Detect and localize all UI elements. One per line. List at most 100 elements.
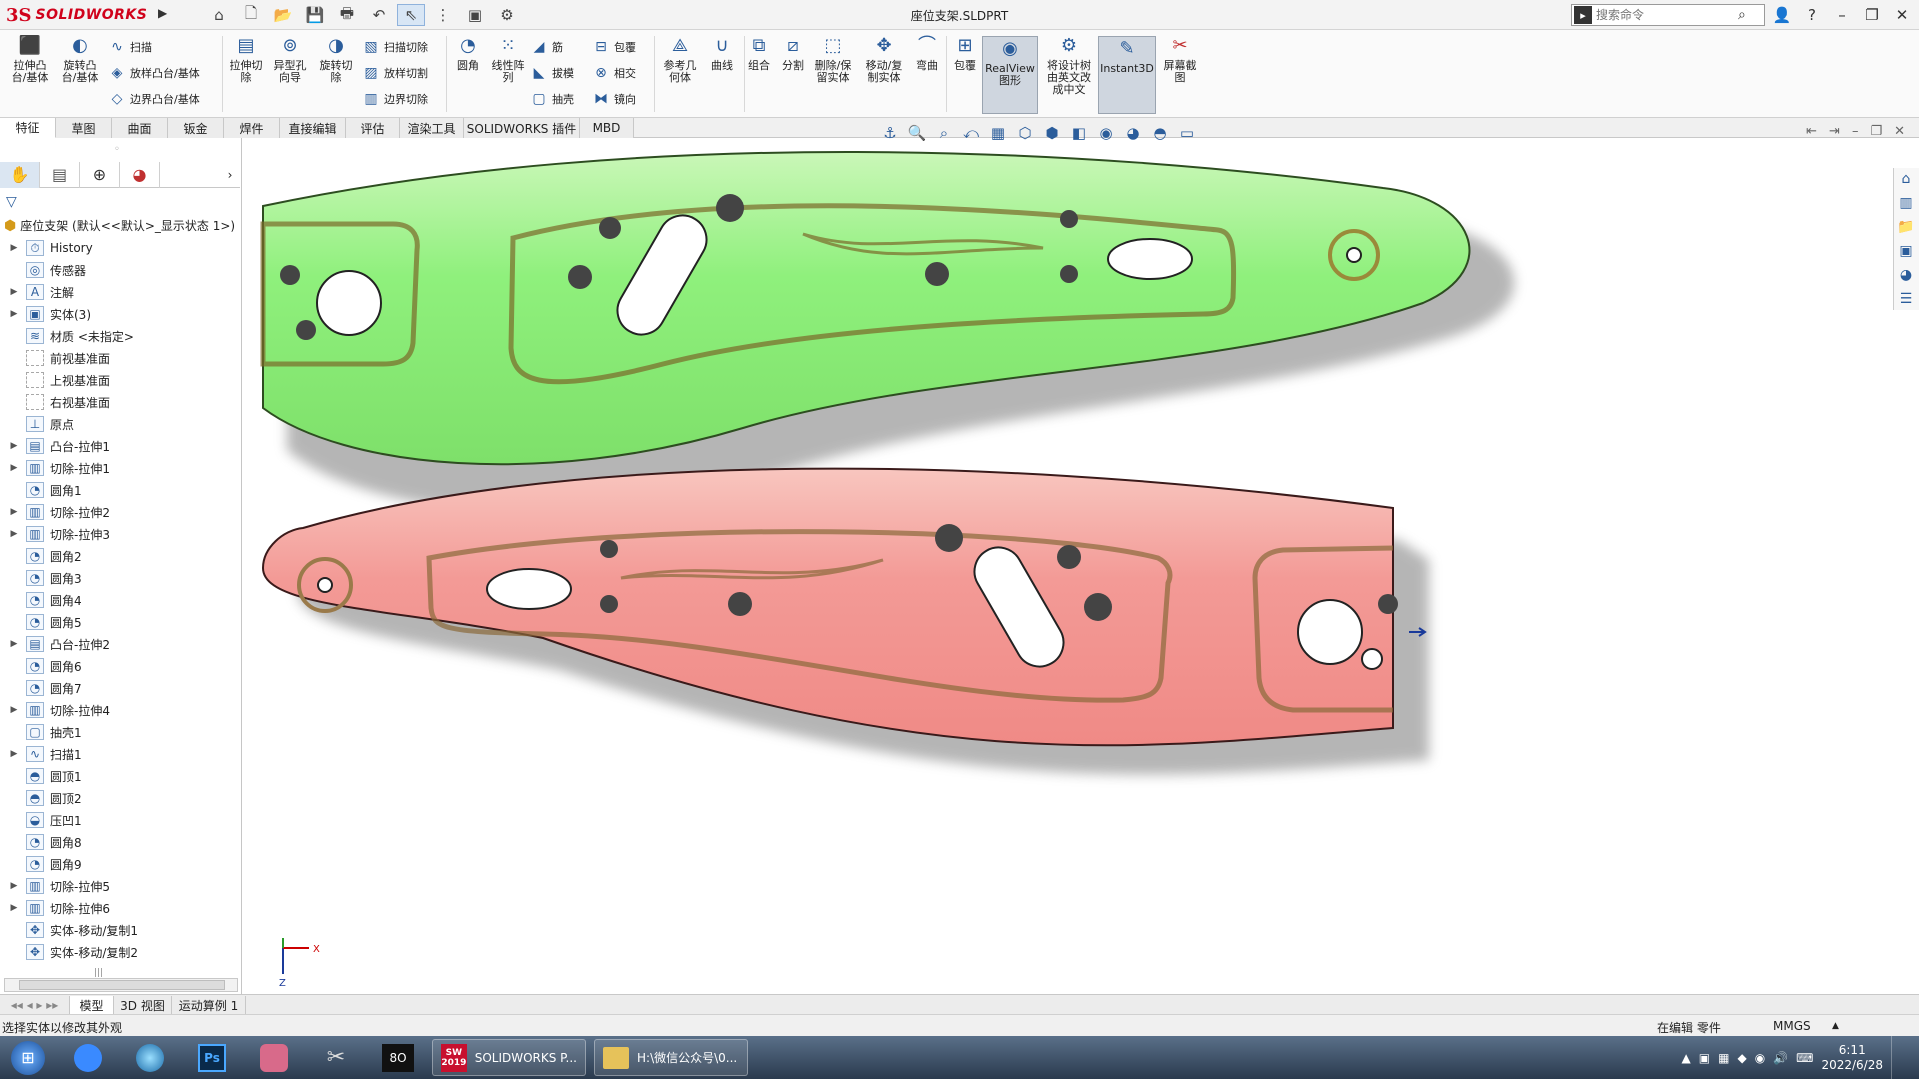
scrollbar-thumb[interactable]: [19, 980, 225, 990]
expand-arrow-icon[interactable]: ▶: [8, 903, 20, 913]
screenshot-button[interactable]: ✂ 屏幕截 图: [1160, 34, 1200, 84]
solidworks-resources-icon[interactable]: ⌂: [1894, 168, 1918, 190]
search-input[interactable]: [1596, 8, 1736, 22]
combine-button[interactable]: ⧉ 组合: [742, 34, 776, 72]
tray-volume-icon[interactable]: 🔊: [1773, 1051, 1788, 1065]
previous-view-icon[interactable]: ⤺: [959, 122, 983, 144]
fillet-button[interactable]: ◔ 圆角: [450, 34, 486, 72]
shell-button[interactable]: ▢ 抽壳: [530, 90, 574, 108]
linear-pattern-button[interactable]: ⁙ 线性阵 列: [488, 34, 528, 84]
expand-arrow-icon[interactable]: ▶: [8, 463, 20, 473]
expand-arrow-icon[interactable]: ▶: [8, 639, 20, 649]
expand-arrow-icon[interactable]: ▶: [8, 507, 20, 517]
curves-button[interactable]: ∪ 曲线: [704, 34, 740, 72]
save-icon[interactable]: 💾: [301, 4, 329, 26]
search-icon[interactable]: ⌕: [1738, 7, 1746, 23]
section-view-icon[interactable]: ▦: [986, 122, 1010, 144]
tab-features[interactable]: 特征: [0, 118, 56, 138]
minimize-icon[interactable]: –: [1831, 4, 1853, 26]
viewport-collapse-icon[interactable]: ⇥: [1829, 124, 1840, 139]
user-icon[interactable]: 👤: [1771, 4, 1793, 26]
zoom-to-fit-icon[interactable]: 🔍: [905, 122, 929, 144]
undo-icon[interactable]: ↶: [365, 4, 393, 26]
revolve-boss-button[interactable]: ◐ 旋转凸 台/基体: [58, 34, 102, 84]
draft-button[interactable]: ◣ 拔模: [530, 64, 574, 82]
units-arrow-icon[interactable]: ▲: [1832, 1021, 1839, 1031]
loft-boss-button[interactable]: ◈ 放样凸台/基体: [108, 64, 200, 82]
tab-direct-editing[interactable]: 直接编辑: [280, 118, 346, 138]
view-orientation-icon[interactable]: ⚓: [878, 122, 902, 144]
view-selector-icon[interactable]: ⬢: [1040, 122, 1064, 144]
viewport-expand-icon[interactable]: ⇤: [1806, 124, 1817, 139]
viewport-restore-icon[interactable]: ❐: [1870, 124, 1882, 139]
wrap-button[interactable]: ⊟ 包覆: [592, 38, 636, 56]
tab-scroll-arrows[interactable]: ◂◂ ◂ ▸ ▸▸: [0, 996, 70, 1014]
split-button[interactable]: ⧄ 分割: [776, 34, 810, 72]
tree-item[interactable]: ▶ ▥ 切除-拉伸2: [0, 501, 240, 523]
dynamic-annotation-icon[interactable]: ⬡: [1013, 122, 1037, 144]
apply-scene-icon[interactable]: ◓: [1148, 122, 1172, 144]
tree-item[interactable]: ▶ ▥ 切除-拉伸1: [0, 457, 240, 479]
tab-mbd[interactable]: MBD: [580, 118, 634, 138]
options-gear-icon[interactable]: ⚙: [493, 4, 521, 26]
tree-item[interactable]: ✥ 实体-移动/复制2: [0, 941, 240, 963]
taskbar-clock[interactable]: 6:11 2022/6/28: [1821, 1043, 1883, 1073]
tree-item[interactable]: ◎ 传感器: [0, 259, 240, 281]
tree-item[interactable]: ▶ ▤ 凸台-拉伸2: [0, 633, 240, 655]
taskbar-folder-app[interactable]: H:\微信公众号\0...: [594, 1039, 748, 1076]
tray-update-icon[interactable]: ◉: [1755, 1051, 1765, 1065]
translate-tree-button[interactable]: ⚙ 将设计树 由英文改 成中文: [1042, 34, 1096, 96]
intersect-button[interactable]: ⊗ 相交: [592, 64, 636, 82]
appearances-icon[interactable]: ◕: [1894, 264, 1918, 286]
zoom-to-area-icon[interactable]: ⌕: [932, 122, 956, 144]
hole-wizard-button[interactable]: ⊚ 异型孔 向导: [270, 34, 310, 84]
extrude-cut-button[interactable]: ▤ 拉伸切 除: [226, 34, 266, 84]
tree-item[interactable]: ◔ 圆角1: [0, 479, 240, 501]
tray-app-icon[interactable]: ▣: [1699, 1051, 1710, 1065]
close-icon[interactable]: ✕: [1891, 4, 1913, 26]
units-selector[interactable]: MMGS: [1773, 1019, 1811, 1033]
tab-solidworks-addins[interactable]: SOLIDWORKS 插件: [464, 118, 580, 138]
new-document-icon[interactable]: 🗋: [237, 4, 265, 26]
revolve-cut-button[interactable]: ◑ 旋转切 除: [316, 34, 356, 84]
expand-arrow-icon[interactable]: ▶: [8, 287, 20, 297]
tree-item[interactable]: ◔ 圆角9: [0, 853, 240, 875]
tree-item[interactable]: ✥ 实体-移动/复制1: [0, 919, 240, 941]
hide-show-items-icon[interactable]: ◉: [1094, 122, 1118, 144]
expand-arrow-icon[interactable]: ▶: [8, 529, 20, 539]
taskbar-app-icon[interactable]: [252, 1039, 296, 1076]
solidworks-logo[interactable]: 3S SOLIDWORKS: [6, 3, 156, 27]
extrude-boss-button[interactable]: ⬛ 拉伸凸 台/基体: [8, 34, 52, 84]
expand-arrow-icon[interactable]: ▶: [8, 309, 20, 319]
tree-root[interactable]: ⬢ 座位支架 (默认<<默认>_显示状态 1>): [4, 217, 235, 234]
tree-item[interactable]: ◒ 压凹1: [0, 809, 240, 831]
tab-sheet-metal[interactable]: 钣金: [168, 118, 224, 138]
viewport-minimize-icon[interactable]: –: [1852, 124, 1859, 139]
tab-sketch[interactable]: 草图: [56, 118, 112, 138]
rib-button[interactable]: ◢ 筋: [530, 38, 563, 56]
sweep-button[interactable]: ∿ 扫描: [108, 38, 152, 56]
tree-item[interactable]: ◔ 圆角7: [0, 677, 240, 699]
tree-item[interactable]: 上视基准面: [0, 369, 240, 391]
instant3d-button[interactable]: ✎ Instant3D: [1098, 36, 1156, 114]
expand-arrow-icon[interactable]: ▶: [8, 243, 20, 253]
configurationmanager-tab-icon[interactable]: ⊕: [80, 161, 120, 188]
file-explorer-icon[interactable]: 📁: [1894, 216, 1918, 238]
taskbar-browser-icon[interactable]: [128, 1039, 172, 1076]
taskbar-solidworks-app[interactable]: SW 2019 SOLIDWORKS P...: [432, 1039, 586, 1076]
realview-button[interactable]: ◉ RealView 图形: [982, 36, 1038, 114]
wrap2-button[interactable]: ⊞ 包覆: [948, 34, 982, 72]
boundary-cut-button[interactable]: ▥ 边界切除: [362, 90, 428, 108]
expand-arrow-icon[interactable]: ▶: [8, 441, 20, 451]
show-desktop-button[interactable]: [1891, 1036, 1901, 1079]
traffic-light-icon[interactable]: ⋮: [429, 4, 457, 26]
lofted-cut-button[interactable]: ▨ 放样切割: [362, 64, 428, 82]
edit-appearance-icon[interactable]: ◕: [1121, 122, 1145, 144]
tab-surfaces[interactable]: 曲面: [112, 118, 168, 138]
tree-item[interactable]: ◔ 圆角3: [0, 567, 240, 589]
expand-arrow-icon[interactable]: ▶: [8, 881, 20, 891]
select-pointer-icon[interactable]: ⇖: [397, 4, 425, 26]
display-style-icon[interactable]: ◧: [1067, 122, 1091, 144]
tab-weldments[interactable]: 焊件: [224, 118, 280, 138]
tree-item[interactable]: ▶ ▥ 切除-拉伸3: [0, 523, 240, 545]
